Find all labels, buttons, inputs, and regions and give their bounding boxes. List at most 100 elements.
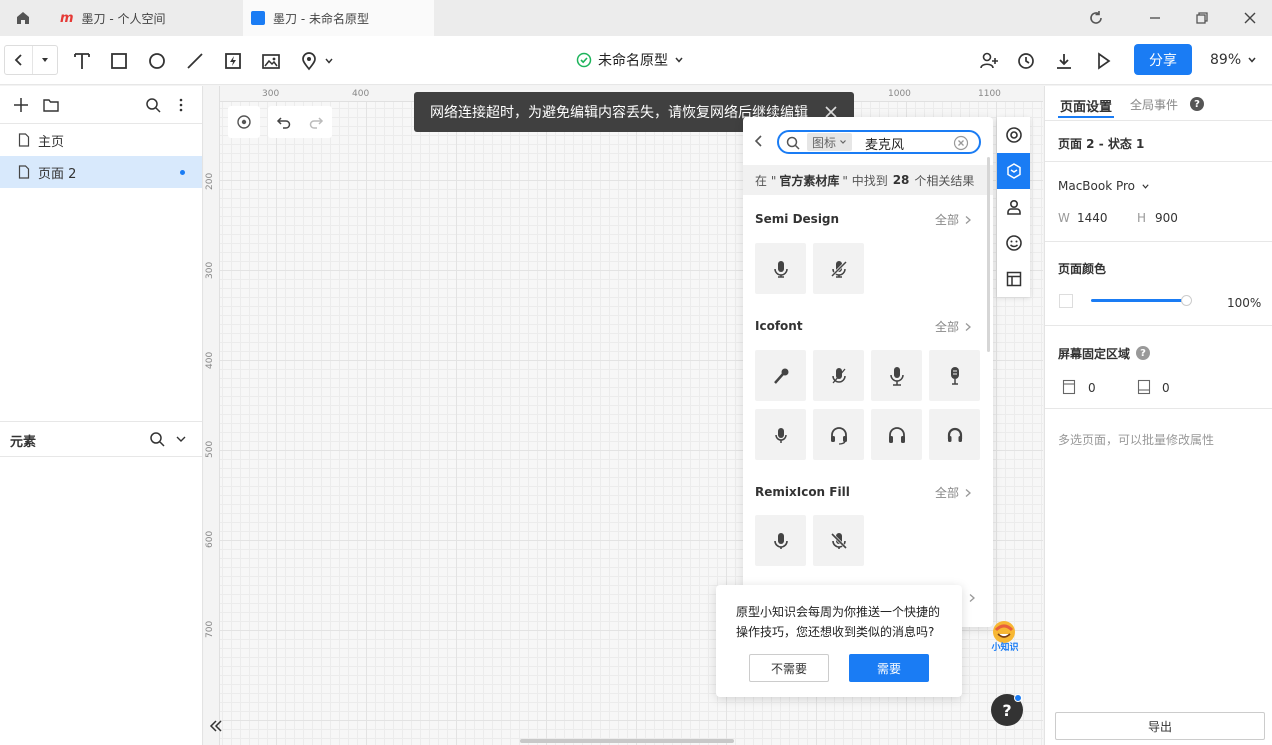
icon-library-panel: 图标 麦克风 在 " 官方素材库 " 中找到 28 个相关结果 Semi Desig… [743, 117, 993, 627]
close-icon[interactable] [1240, 8, 1260, 28]
device-value: MacBook Pro [1058, 179, 1136, 193]
back-icon[interactable] [5, 46, 33, 74]
collapse-panel-icon[interactable] [206, 716, 226, 736]
divider [1045, 325, 1272, 326]
horizontal-scrollbar[interactable] [520, 739, 734, 743]
section-title: Icofont [755, 319, 803, 333]
color-swatch[interactable] [1059, 294, 1073, 308]
microphone-stand-icon[interactable] [871, 350, 922, 401]
help-icon[interactable]: ? [1190, 97, 1204, 111]
more-options-icon[interactable] [172, 96, 190, 114]
microphone-fill-icon[interactable] [755, 515, 806, 566]
chevron-right-icon [965, 322, 972, 331]
project-title-text: 未命名原型 [598, 53, 668, 69]
fixed-bottom-input[interactable]: 0 [1162, 381, 1170, 395]
opacity-slider-handle[interactable] [1181, 295, 1192, 306]
ruler-tick-label: 1100 [978, 89, 1001, 99]
microphone-mute-icon[interactable] [813, 350, 864, 401]
refresh-icon[interactable] [1086, 8, 1106, 28]
text-tool-icon[interactable] [71, 50, 93, 72]
tab-personal-space[interactable]: m 墨刀 - 个人空间 [50, 0, 242, 36]
decline-button[interactable]: 不需要 [749, 654, 829, 682]
chevron-down-icon [325, 58, 333, 64]
fixed-top-input[interactable]: 0 [1088, 381, 1096, 395]
search-result-summary: 在 " 官方素材库 " 中找到 28 个相关结果 [743, 165, 993, 195]
add-collaborator-icon[interactable] [978, 50, 1000, 72]
clear-search-icon[interactable] [953, 135, 969, 151]
emoji-icon[interactable] [997, 225, 1030, 261]
microphone-off-icon[interactable] [813, 243, 864, 294]
opacity-value[interactable]: 100% [1227, 296, 1261, 310]
main-toolbar: 未命名原型 分享 89% [0, 36, 1272, 85]
icon-library-cube-icon[interactable] [997, 153, 1030, 189]
headset-icon[interactable] [813, 409, 864, 460]
microphone-off-fill-icon[interactable] [813, 515, 864, 566]
icon-search-box[interactable]: 图标 麦克风 [777, 130, 981, 154]
ruler-tick-label: 400 [205, 351, 215, 369]
back-arrow-icon[interactable] [751, 133, 767, 149]
view-all-link[interactable]: 全部 [935, 211, 973, 228]
view-all-link[interactable]: 全部 [935, 318, 973, 335]
location-pin-icon[interactable] [298, 50, 338, 72]
page-item-page-2[interactable]: 页面 2 [0, 156, 202, 188]
device-select[interactable]: MacBook Pro [1058, 179, 1150, 193]
search-scope-select[interactable]: 图标 [807, 133, 853, 151]
icon-search-input[interactable]: 麦克风 [865, 134, 904, 153]
tab-prototype[interactable]: 墨刀 - 未命名原型 [243, 0, 434, 36]
back-menu-group[interactable] [4, 45, 58, 75]
rectangle-tool-icon[interactable] [108, 50, 130, 72]
target-icon[interactable] [997, 117, 1030, 153]
help-icon[interactable]: ? [1136, 346, 1150, 360]
chevron-right-icon [965, 488, 972, 497]
redo-icon[interactable] [300, 114, 332, 130]
minimize-icon[interactable] [1145, 8, 1165, 28]
page-icon [18, 133, 30, 147]
page-item-home[interactable]: 主页 [0, 124, 202, 156]
image-tool-icon[interactable] [260, 50, 282, 72]
tab-page-settings[interactable]: 页面设置 [1060, 96, 1112, 115]
person-icon[interactable] [997, 189, 1030, 225]
divider [1045, 161, 1272, 162]
search-icon[interactable] [144, 96, 162, 114]
tips-mascot-icon[interactable]: 小知识 [988, 620, 1022, 654]
tab-global-events[interactable]: 全局事件 [1130, 96, 1178, 113]
view-all-label: 全部 [935, 486, 960, 500]
search-elements-icon[interactable] [148, 430, 166, 448]
fixed-bottom-icon [1137, 379, 1151, 395]
layout-template-icon[interactable] [997, 261, 1030, 297]
panel-scrollbar[interactable] [987, 157, 990, 352]
width-input[interactable]: 1440 [1077, 211, 1108, 225]
interaction-tool-icon[interactable] [222, 50, 244, 72]
caret-down-icon[interactable] [33, 46, 57, 74]
page-icon [18, 165, 30, 179]
download-icon[interactable] [1053, 50, 1075, 72]
accept-button[interactable]: 需要 [849, 654, 929, 682]
target-icon[interactable] [228, 106, 260, 138]
history-icon[interactable] [1015, 50, 1037, 72]
microphone-handheld-icon[interactable] [755, 350, 806, 401]
home-icon[interactable] [14, 9, 32, 27]
ellipse-tool-icon[interactable] [146, 50, 168, 72]
opacity-slider[interactable] [1091, 299, 1187, 302]
add-folder-icon[interactable] [42, 96, 60, 114]
view-all-link[interactable]: 全部 [935, 484, 973, 501]
headphones-icon[interactable] [871, 409, 922, 460]
height-input[interactable]: 900 [1155, 211, 1178, 225]
zoom-select[interactable]: 89% [1210, 52, 1257, 68]
headphones-alt-icon[interactable] [929, 409, 980, 460]
line-tool-icon[interactable] [184, 50, 206, 72]
microphone-alt-icon[interactable] [755, 409, 806, 460]
project-title[interactable]: 未命名原型 [576, 49, 684, 71]
microphone-studio-icon[interactable] [929, 350, 980, 401]
microphone-icon[interactable] [755, 243, 806, 294]
restore-icon[interactable] [1192, 8, 1212, 28]
chevron-right-icon[interactable] [967, 593, 977, 603]
view-all-label: 全部 [935, 213, 960, 227]
share-button[interactable]: 分享 [1134, 44, 1192, 75]
add-page-icon[interactable] [12, 96, 30, 114]
preview-play-icon[interactable] [1092, 50, 1114, 72]
undo-icon[interactable] [268, 114, 300, 130]
chevron-down-icon[interactable] [174, 432, 188, 446]
export-button[interactable]: 导出 [1055, 712, 1265, 740]
divider [1045, 241, 1272, 242]
